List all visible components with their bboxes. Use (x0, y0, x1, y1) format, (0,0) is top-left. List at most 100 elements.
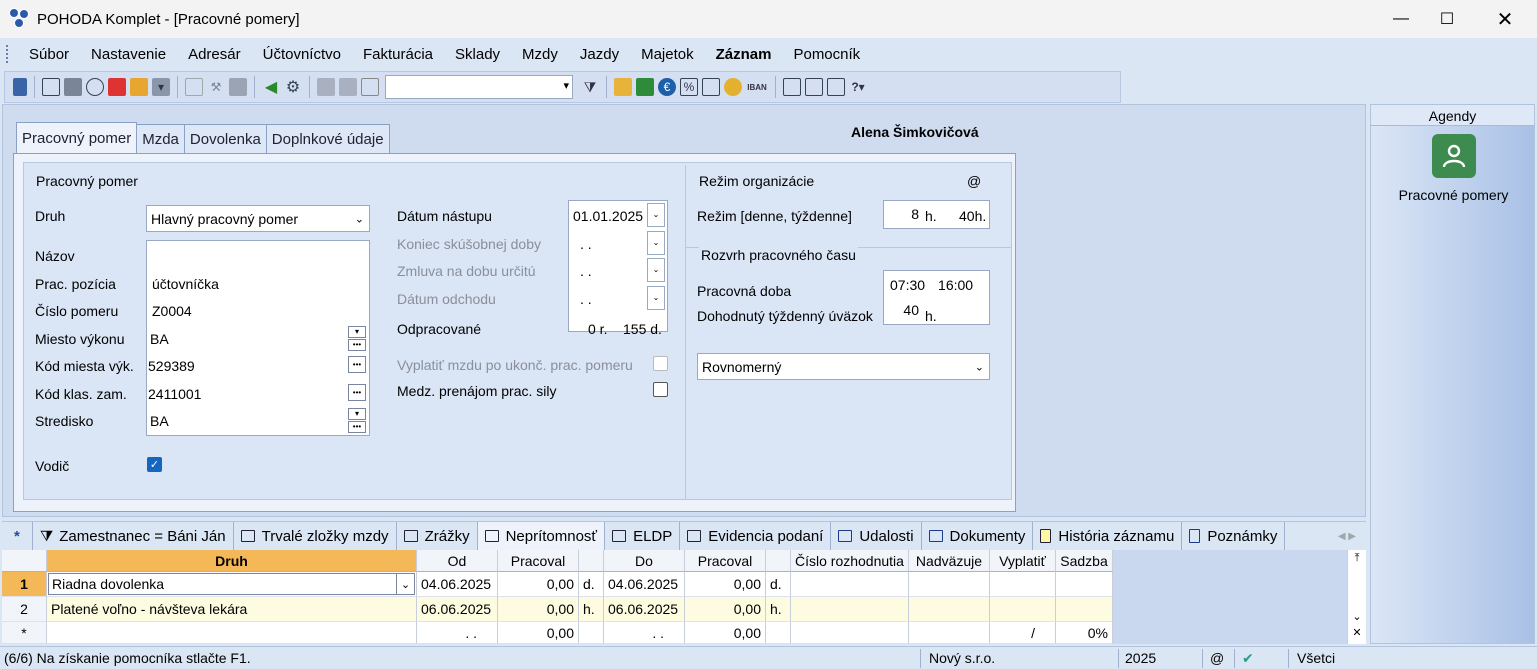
tab-dokumenty[interactable]: Dokumenty (922, 522, 1034, 550)
menu-uctovnictvo[interactable]: Účtovníctvo (252, 46, 352, 63)
row-2-cislo[interactable] (791, 597, 909, 622)
person-icon[interactable] (1432, 134, 1476, 178)
duplicate-icon[interactable] (361, 78, 379, 96)
print-icon[interactable] (64, 78, 82, 96)
col-unit-2[interactable] (766, 550, 791, 572)
druh-cell-editor[interactable]: Riadna dovolenka ⌄ (48, 573, 415, 595)
save-all-icon[interactable] (339, 78, 357, 96)
row-number[interactable]: 2 (2, 597, 47, 622)
tab-poznamky[interactable]: Poznámky (1182, 522, 1286, 550)
stredisko-field[interactable]: BA (150, 413, 169, 429)
col-vyplatit[interactable]: Vyplatiť (990, 550, 1056, 572)
filter-icon[interactable]: ⧩ (581, 78, 599, 96)
skusobna-chevron-down-icon[interactable]: ⌄ (647, 231, 665, 255)
col-od[interactable]: Od (417, 550, 498, 572)
message-icon[interactable] (783, 78, 801, 96)
status-year[interactable]: 2025 (1125, 650, 1156, 666)
zmluva-chevron-down-icon[interactable]: ⌄ (647, 258, 665, 282)
col-nadvazuje[interactable]: Nadväzuje (909, 550, 990, 572)
row-1-cislo[interactable] (791, 572, 909, 597)
minimize-icon[interactable]: — (1378, 0, 1424, 38)
row-1-sadzba[interactable] (1056, 572, 1113, 597)
tab-doplnkove-udaje[interactable]: Doplnkové údaje (265, 124, 390, 154)
row-1-do[interactable]: 04.06.2025 (604, 572, 685, 597)
print-preview-icon[interactable] (86, 78, 104, 96)
at-sign-icon[interactable]: @ (967, 173, 981, 189)
tab-eldp[interactable]: ELDP (605, 522, 681, 550)
menu-majetok[interactable]: Majetok (630, 46, 705, 63)
row-2-pracoval-2[interactable]: 0,00 (685, 597, 766, 622)
miesto-vykonu-field[interactable]: BA (150, 331, 169, 347)
col-pracoval-1[interactable]: Pracoval (498, 550, 579, 572)
menu-subor[interactable]: Súbor (18, 46, 80, 63)
menu-pomocnik[interactable]: Pomocník (782, 46, 871, 63)
row-2-pracoval-1[interactable]: 0,00 (498, 597, 579, 622)
maximize-icon[interactable]: ☐ (1424, 0, 1470, 38)
agendy-item-pracovne-pomery[interactable]: Pracovné pomery (1371, 187, 1536, 203)
exit-icon[interactable] (13, 78, 27, 96)
back-arrow-icon[interactable]: ◀ (262, 78, 280, 96)
export-icon[interactable]: ▾ (152, 78, 170, 96)
pdf-icon[interactable] (108, 78, 126, 96)
row-2-nadvazuje[interactable] (909, 597, 990, 622)
new-row-druh[interactable] (47, 622, 417, 644)
new-row-pracoval-2[interactable]: 0,00 (685, 622, 766, 644)
tab-pracovny-pomer[interactable]: Pracovný pomer (16, 122, 138, 154)
quick-search-combo[interactable] (385, 75, 573, 99)
tab-mzda[interactable]: Mzda (136, 124, 185, 154)
kod-miesta-ellipsis-icon[interactable]: ••• (348, 356, 366, 373)
scroll-top-icon[interactable]: ⤒ (1348, 550, 1366, 566)
col-druh[interactable]: Druh (47, 550, 417, 572)
copy-icon[interactable] (42, 78, 60, 96)
new-row-nadvazuje[interactable] (909, 622, 990, 644)
status-at-icon[interactable]: @ (1210, 650, 1224, 666)
col-pracoval-2[interactable]: Pracoval (685, 550, 766, 572)
tab-nepritomnost[interactable]: Neprítomnosť (477, 522, 606, 550)
tab-zamestnanec[interactable]: ⧩ Zamestnanec = Báni Ján (33, 522, 234, 550)
datum-odchodu-field[interactable]: . . (580, 291, 592, 307)
scroll-down-icon[interactable]: ⌄ (1348, 610, 1366, 623)
coins-icon[interactable] (724, 78, 742, 96)
new-row-pracoval-1[interactable]: 0,00 (498, 622, 579, 644)
row-2-od[interactable]: 06.06.2025 (417, 597, 498, 622)
col-cislo-rozhodnutia[interactable]: Číslo rozhodnutia (791, 550, 909, 572)
menu-mzdy[interactable]: Mzdy (511, 46, 569, 63)
pozicia-field[interactable]: účtovníčka (152, 276, 219, 292)
vertical-scrollbar[interactable]: ⤒ ⌄ ✕ (1347, 550, 1366, 644)
save-icon[interactable] (317, 78, 335, 96)
nastup-chevron-down-icon[interactable]: ⌄ (647, 203, 665, 227)
chevron-down-icon[interactable]: ⌄ (396, 574, 414, 594)
row-1-pracoval-1[interactable]: 0,00 (498, 572, 579, 597)
new-star-tab[interactable]: * (2, 522, 33, 550)
settings-gear-icon[interactable]: ⚙ (284, 78, 302, 96)
tab-scroll-arrows-icon[interactable]: ◀ ▶ (1338, 531, 1356, 542)
expand-icon[interactable]: ✕ (1348, 626, 1366, 639)
datum-nastupu-field[interactable]: 01.01.2025 (573, 208, 643, 224)
tab-historia[interactable]: História záznamu (1033, 522, 1183, 550)
status-check-icon[interactable]: ✔ (1242, 650, 1254, 667)
tools-icon[interactable]: ⚒ (207, 78, 225, 96)
row-1-druh[interactable]: Riadna dovolenka ⌄ (47, 572, 417, 597)
zmluva-field[interactable]: . . (580, 263, 592, 279)
new-row-sadzba[interactable]: 0% (1056, 622, 1113, 644)
medz-prenajom-checkbox[interactable] (653, 382, 668, 397)
tab-udalosti[interactable]: Udalosti (831, 522, 922, 550)
rezim-denne-field[interactable]: 8 (886, 203, 922, 225)
menu-adresar[interactable]: Adresár (177, 46, 252, 63)
row-1-nadvazuje[interactable] (909, 572, 990, 597)
new-row-od[interactable]: . . (417, 622, 498, 644)
row-number[interactable]: 1 (2, 572, 47, 597)
col-sadzba[interactable]: Sadzba (1056, 550, 1113, 572)
tab-dovolenka[interactable]: Dovolenka (183, 124, 267, 154)
email-pdf-icon[interactable] (130, 78, 148, 96)
document-icon[interactable] (185, 78, 203, 96)
folder-star-icon[interactable] (614, 78, 632, 96)
druh-select[interactable]: Hlavný pracovný pomer ⌄ (146, 205, 370, 232)
help-icon[interactable]: ?▾ (849, 78, 867, 96)
row-2-do[interactable]: 06.06.2025 (604, 597, 685, 622)
new-row-cislo[interactable] (791, 622, 909, 644)
close-icon[interactable]: ✕ (1482, 0, 1528, 38)
vodic-checkbox[interactable]: ✓ (147, 457, 162, 472)
new-row-do[interactable]: . . (604, 622, 685, 644)
skusobna-doba-field[interactable]: . . (580, 236, 592, 252)
